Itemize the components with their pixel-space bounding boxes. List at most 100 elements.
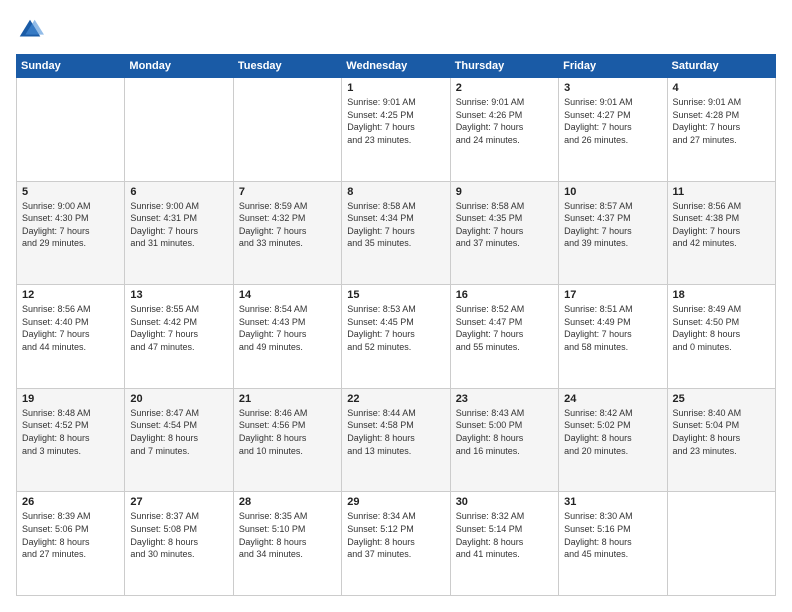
day-number: 3: [564, 82, 661, 94]
calendar-cell: 14 Sunrise: 8:54 AM Sunset: 4:43 PM Dayli…: [233, 285, 341, 389]
day-number: 17: [564, 289, 661, 301]
calendar-table: SundayMondayTuesdayWednesdayThursdayFrid…: [16, 54, 776, 596]
day-header-thursday: Thursday: [450, 55, 558, 78]
day-info: Sunrise: 8:42 AM Sunset: 5:02 PM Dayligh…: [564, 407, 661, 457]
day-number: 23: [456, 393, 553, 405]
day-number: 19: [22, 393, 119, 405]
day-info: Sunrise: 8:34 AM Sunset: 5:12 PM Dayligh…: [347, 510, 444, 560]
day-info: Sunrise: 8:46 AM Sunset: 4:56 PM Dayligh…: [239, 407, 336, 457]
day-number: 10: [564, 186, 661, 198]
day-header-monday: Monday: [125, 55, 233, 78]
calendar-body: 1Sunrise: 9:01 AM Sunset: 4:25 PM Daylig…: [17, 78, 776, 596]
day-number: 13: [130, 289, 227, 301]
day-info: Sunrise: 8:40 AM Sunset: 5:04 PM Dayligh…: [673, 407, 770, 457]
day-info: Sunrise: 8:52 AM Sunset: 4:47 PM Dayligh…: [456, 303, 553, 353]
day-number: 24: [564, 393, 661, 405]
calendar-cell: 2 Sunrise: 9:01 AM Sunset: 4:26 PM Daylig…: [450, 78, 558, 182]
calendar-cell: 12 Sunrise: 8:56 AM Sunset: 4:40 PM Dayli…: [17, 285, 125, 389]
header: [16, 16, 776, 44]
day-header-tuesday: Tuesday: [233, 55, 341, 78]
day-number: 4: [673, 82, 770, 94]
day-header-saturday: Saturday: [667, 55, 775, 78]
calendar-cell: 22 Sunrise: 8:44 AM Sunset: 4:58 PM Dayli…: [342, 388, 450, 492]
calendar-cell: 13 Sunrise: 8:55 AM Sunset: 4:42 PM Dayli…: [125, 285, 233, 389]
day-info: Sunrise: 8:37 AM Sunset: 5:08 PM Dayligh…: [130, 510, 227, 560]
day-number: 6: [130, 186, 227, 198]
day-header-friday: Friday: [559, 55, 667, 78]
day-info: Sunrise: 8:56 AM Sunset: 4:40 PM Dayligh…: [22, 303, 119, 353]
calendar-cell: 27 Sunrise: 8:37 AM Sunset: 5:08 PM Dayli…: [125, 492, 233, 596]
calendar-cell: 24 Sunrise: 8:42 AM Sunset: 5:02 PM Dayli…: [559, 388, 667, 492]
day-number: 14: [239, 289, 336, 301]
day-info: Sunrise: 8:58 AM Sunset: 4:34 PM Dayligh…: [347, 200, 444, 250]
calendar-cell: [667, 492, 775, 596]
day-info: Sunrise: 8:43 AM Sunset: 5:00 PM Dayligh…: [456, 407, 553, 457]
day-info: Sunrise: 8:32 AM Sunset: 5:14 PM Dayligh…: [456, 510, 553, 560]
day-header-wednesday: Wednesday: [342, 55, 450, 78]
calendar-cell: 15 Sunrise: 8:53 AM Sunset: 4:45 PM Dayli…: [342, 285, 450, 389]
day-number: 28: [239, 496, 336, 508]
calendar-cell: 26 Sunrise: 8:39 AM Sunset: 5:06 PM Dayli…: [17, 492, 125, 596]
logo-icon: [16, 16, 44, 44]
calendar-week-3: 12 Sunrise: 8:56 AM Sunset: 4:40 PM Dayli…: [17, 285, 776, 389]
day-number: 30: [456, 496, 553, 508]
day-number: 27: [130, 496, 227, 508]
day-number: 22: [347, 393, 444, 405]
day-info: Sunrise: 8:53 AM Sunset: 4:45 PM Dayligh…: [347, 303, 444, 353]
calendar-cell: 6 Sunrise: 9:00 AM Sunset: 4:31 PM Daylig…: [125, 181, 233, 285]
calendar-cell: [17, 78, 125, 182]
day-number: 18: [673, 289, 770, 301]
logo: [16, 16, 48, 44]
day-number: 29: [347, 496, 444, 508]
day-number: 15: [347, 289, 444, 301]
day-number: 20: [130, 393, 227, 405]
page: SundayMondayTuesdayWednesdayThursdayFrid…: [0, 0, 792, 612]
calendar-cell: [125, 78, 233, 182]
calendar-cell: 8Sunrise: 8:58 AM Sunset: 4:34 PM Daylig…: [342, 181, 450, 285]
day-info: Sunrise: 8:30 AM Sunset: 5:16 PM Dayligh…: [564, 510, 661, 560]
calendar-cell: 4 Sunrise: 9:01 AM Sunset: 4:28 PM Daylig…: [667, 78, 775, 182]
day-info: Sunrise: 9:01 AM Sunset: 4:27 PM Dayligh…: [564, 96, 661, 146]
calendar-cell: 20Sunrise: 8:47 AM Sunset: 4:54 PM Dayli…: [125, 388, 233, 492]
calendar-cell: 11 Sunrise: 8:56 AM Sunset: 4:38 PM Dayli…: [667, 181, 775, 285]
calendar-week-4: 19 Sunrise: 8:48 AM Sunset: 4:52 PM Dayli…: [17, 388, 776, 492]
day-number: 7: [239, 186, 336, 198]
calendar-week-1: 1Sunrise: 9:01 AM Sunset: 4:25 PM Daylig…: [17, 78, 776, 182]
calendar-cell: 25 Sunrise: 8:40 AM Sunset: 5:04 PM Dayli…: [667, 388, 775, 492]
day-info: Sunrise: 8:44 AM Sunset: 4:58 PM Dayligh…: [347, 407, 444, 457]
day-number: 11: [673, 186, 770, 198]
day-number: 25: [673, 393, 770, 405]
calendar-cell: 23 Sunrise: 8:43 AM Sunset: 5:00 PM Dayli…: [450, 388, 558, 492]
calendar-cell: 21Sunrise: 8:46 AM Sunset: 4:56 PM Dayli…: [233, 388, 341, 492]
day-info: Sunrise: 9:01 AM Sunset: 4:28 PM Dayligh…: [673, 96, 770, 146]
day-info: Sunrise: 8:57 AM Sunset: 4:37 PM Dayligh…: [564, 200, 661, 250]
day-info: Sunrise: 8:39 AM Sunset: 5:06 PM Dayligh…: [22, 510, 119, 560]
day-info: Sunrise: 9:00 AM Sunset: 4:30 PM Dayligh…: [22, 200, 119, 250]
calendar-cell: 18 Sunrise: 8:49 AM Sunset: 4:50 PM Dayli…: [667, 285, 775, 389]
day-number: 16: [456, 289, 553, 301]
calendar-cell: 19 Sunrise: 8:48 AM Sunset: 4:52 PM Dayli…: [17, 388, 125, 492]
day-info: Sunrise: 9:00 AM Sunset: 4:31 PM Dayligh…: [130, 200, 227, 250]
calendar-header: SundayMondayTuesdayWednesdayThursdayFrid…: [17, 55, 776, 78]
day-info: Sunrise: 8:58 AM Sunset: 4:35 PM Dayligh…: [456, 200, 553, 250]
day-number: 26: [22, 496, 119, 508]
day-info: Sunrise: 9:01 AM Sunset: 4:25 PM Dayligh…: [347, 96, 444, 146]
day-number: 5: [22, 186, 119, 198]
day-info: Sunrise: 8:55 AM Sunset: 4:42 PM Dayligh…: [130, 303, 227, 353]
calendar-cell: 30 Sunrise: 8:32 AM Sunset: 5:14 PM Dayli…: [450, 492, 558, 596]
day-number: 2: [456, 82, 553, 94]
day-info: Sunrise: 8:48 AM Sunset: 4:52 PM Dayligh…: [22, 407, 119, 457]
day-info: Sunrise: 8:51 AM Sunset: 4:49 PM Dayligh…: [564, 303, 661, 353]
day-info: Sunrise: 8:56 AM Sunset: 4:38 PM Dayligh…: [673, 200, 770, 250]
day-info: Sunrise: 8:54 AM Sunset: 4:43 PM Dayligh…: [239, 303, 336, 353]
calendar-week-5: 26 Sunrise: 8:39 AM Sunset: 5:06 PM Dayli…: [17, 492, 776, 596]
day-info: Sunrise: 9:01 AM Sunset: 4:26 PM Dayligh…: [456, 96, 553, 146]
day-number: 12: [22, 289, 119, 301]
calendar-cell: 5 Sunrise: 9:00 AM Sunset: 4:30 PM Daylig…: [17, 181, 125, 285]
calendar-cell: 3 Sunrise: 9:01 AM Sunset: 4:27 PM Daylig…: [559, 78, 667, 182]
calendar-cell: 10 Sunrise: 8:57 AM Sunset: 4:37 PM Dayli…: [559, 181, 667, 285]
calendar-cell: 28Sunrise: 8:35 AM Sunset: 5:10 PM Dayli…: [233, 492, 341, 596]
calendar-week-2: 5 Sunrise: 9:00 AM Sunset: 4:30 PM Daylig…: [17, 181, 776, 285]
day-info: Sunrise: 8:49 AM Sunset: 4:50 PM Dayligh…: [673, 303, 770, 353]
day-number: 9: [456, 186, 553, 198]
